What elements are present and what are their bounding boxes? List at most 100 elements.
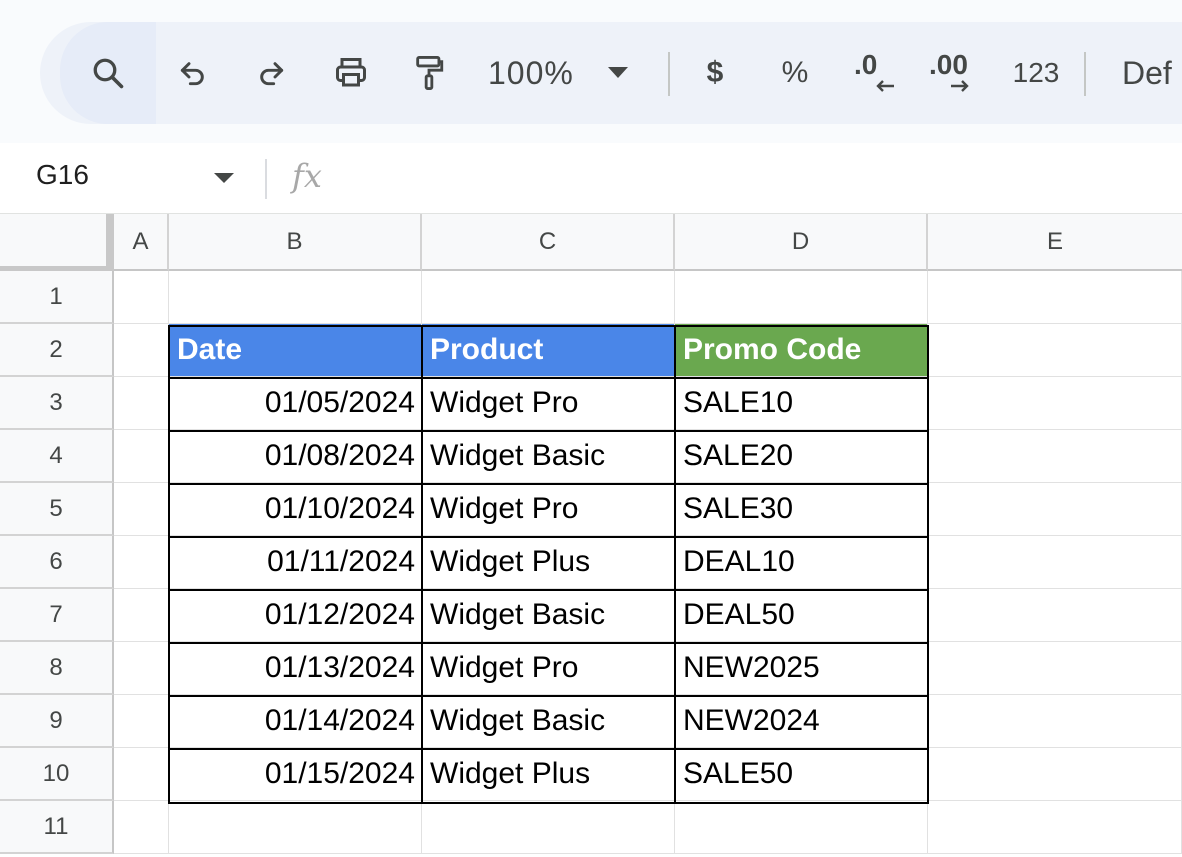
zoom-dropdown-icon xyxy=(607,67,628,79)
column-header-c[interactable]: C xyxy=(422,214,675,271)
cell-a11[interactable] xyxy=(114,801,169,854)
cell-a8[interactable] xyxy=(114,642,169,695)
cell-a7[interactable] xyxy=(114,589,169,642)
row-header-4[interactable]: 4 xyxy=(0,430,114,483)
column-header-d[interactable]: D xyxy=(675,214,928,271)
cell-b2[interactable]: Date xyxy=(169,324,422,377)
currency-format-button[interactable]: $ xyxy=(690,22,740,124)
cell-b10[interactable]: 01/15/2024 xyxy=(169,748,422,801)
percent-format-label: % xyxy=(781,56,809,89)
sheet-grid: A B C D E 1 2 Date Product Promo Code 3 01/05/… xyxy=(0,214,1182,857)
cell-a1[interactable] xyxy=(114,271,169,324)
cell-c4[interactable]: Widget Basic xyxy=(422,430,675,483)
toolbar: 100% $ % .0 .00 123 Def xyxy=(40,22,1182,124)
row-header-8[interactable]: 8 xyxy=(0,642,114,695)
row-header-1[interactable]: 1 xyxy=(0,271,114,324)
cell-b6[interactable]: 01/11/2024 xyxy=(169,536,422,589)
decrease-decimal-icon: .0 xyxy=(852,49,900,97)
cell-e11[interactable] xyxy=(928,801,1182,854)
cell-a3[interactable] xyxy=(114,377,169,430)
cell-b4[interactable]: 01/08/2024 xyxy=(169,430,422,483)
redo-icon xyxy=(255,57,287,89)
column-header-a[interactable]: A xyxy=(114,214,169,271)
cell-d3[interactable]: SALE10 xyxy=(675,377,928,430)
cell-a6[interactable] xyxy=(114,536,169,589)
more-formats-button[interactable]: 123 xyxy=(1006,22,1066,124)
cell-a2[interactable] xyxy=(114,324,169,377)
namebox-dropdown-icon[interactable] xyxy=(214,173,234,183)
cell-a9[interactable] xyxy=(114,695,169,748)
cell-a5[interactable] xyxy=(114,483,169,536)
toolbar-area: 100% $ % .0 .00 123 Def xyxy=(0,0,1182,143)
formula-bar: G16 fx xyxy=(0,143,1182,214)
cell-d9[interactable]: NEW2024 xyxy=(675,695,928,748)
cell-b9[interactable]: 01/14/2024 xyxy=(169,695,422,748)
cell-c1[interactable] xyxy=(422,271,675,324)
row-header-2[interactable]: 2 xyxy=(0,324,114,377)
row-header-11[interactable]: 11 xyxy=(0,801,114,854)
toolbar-separator xyxy=(1084,52,1086,96)
cell-e5[interactable] xyxy=(928,483,1182,536)
cell-e6[interactable] xyxy=(928,536,1182,589)
cell-e8[interactable] xyxy=(928,642,1182,695)
font-select[interactable]: Def xyxy=(1122,22,1182,124)
cell-e4[interactable] xyxy=(928,430,1182,483)
row-header-9[interactable]: 9 xyxy=(0,695,114,748)
column-header-b[interactable]: B xyxy=(169,214,422,271)
cell-d1[interactable] xyxy=(675,271,928,324)
cell-e2[interactable] xyxy=(928,324,1182,377)
cell-c3[interactable]: Widget Pro xyxy=(422,377,675,430)
redo-button[interactable] xyxy=(246,22,296,124)
cell-e9[interactable] xyxy=(928,695,1182,748)
paint-format-button[interactable] xyxy=(404,22,454,124)
row-header-7[interactable]: 7 xyxy=(0,589,114,642)
cell-b7[interactable]: 01/12/2024 xyxy=(169,589,422,642)
cell-c8[interactable]: Widget Pro xyxy=(422,642,675,695)
zoom-select[interactable]: 100% xyxy=(480,22,650,124)
row-header-3[interactable]: 3 xyxy=(0,377,114,430)
cell-c5[interactable]: Widget Pro xyxy=(422,483,675,536)
cell-b1[interactable] xyxy=(169,271,422,324)
cell-c6[interactable]: Widget Plus xyxy=(422,536,675,589)
cell-e3[interactable] xyxy=(928,377,1182,430)
cell-d10[interactable]: SALE50 xyxy=(675,748,928,801)
cell-b5[interactable]: 01/10/2024 xyxy=(169,483,422,536)
cell-b11[interactable] xyxy=(169,801,422,854)
cell-d5[interactable]: SALE30 xyxy=(675,483,928,536)
cell-c2[interactable]: Product xyxy=(422,324,675,377)
increase-decimal-button[interactable]: .00 xyxy=(924,22,984,124)
cell-c9[interactable]: Widget Basic xyxy=(422,695,675,748)
cell-c7[interactable]: Widget Basic xyxy=(422,589,675,642)
cell-c10[interactable]: Widget Plus xyxy=(422,748,675,801)
row-header-6[interactable]: 6 xyxy=(0,536,114,589)
cell-e10[interactable] xyxy=(928,748,1182,801)
cell-e1[interactable] xyxy=(928,271,1182,324)
fx-icon: fx xyxy=(292,157,322,195)
row-header-5[interactable]: 5 xyxy=(0,483,114,536)
cell-e7[interactable] xyxy=(928,589,1182,642)
formula-input[interactable] xyxy=(340,155,1160,199)
cell-a4[interactable] xyxy=(114,430,169,483)
row-header-10[interactable]: 10 xyxy=(0,748,114,801)
cell-a10[interactable] xyxy=(114,748,169,801)
undo-icon xyxy=(177,57,209,89)
cell-b8[interactable]: 01/13/2024 xyxy=(169,642,422,695)
cell-c11[interactable] xyxy=(422,801,675,854)
name-box[interactable]: G16 xyxy=(36,159,89,191)
select-all-corner[interactable] xyxy=(0,214,114,272)
cell-d11[interactable] xyxy=(675,801,928,854)
zoom-value: 100% xyxy=(488,54,574,91)
cell-d6[interactable]: DEAL10 xyxy=(675,536,928,589)
cell-b3[interactable]: 01/05/2024 xyxy=(169,377,422,430)
print-button[interactable] xyxy=(326,22,376,124)
percent-format-button[interactable]: % xyxy=(770,22,820,124)
cell-d7[interactable]: DEAL50 xyxy=(675,589,928,642)
paint-format-icon xyxy=(412,54,446,92)
undo-button[interactable] xyxy=(168,22,218,124)
column-header-e[interactable]: E xyxy=(928,214,1182,271)
cell-d4[interactable]: SALE20 xyxy=(675,430,928,483)
search-button[interactable] xyxy=(60,22,156,124)
decrease-decimal-button[interactable]: .0 xyxy=(846,22,906,124)
cell-d2[interactable]: Promo Code xyxy=(675,324,928,377)
cell-d8[interactable]: NEW2025 xyxy=(675,642,928,695)
